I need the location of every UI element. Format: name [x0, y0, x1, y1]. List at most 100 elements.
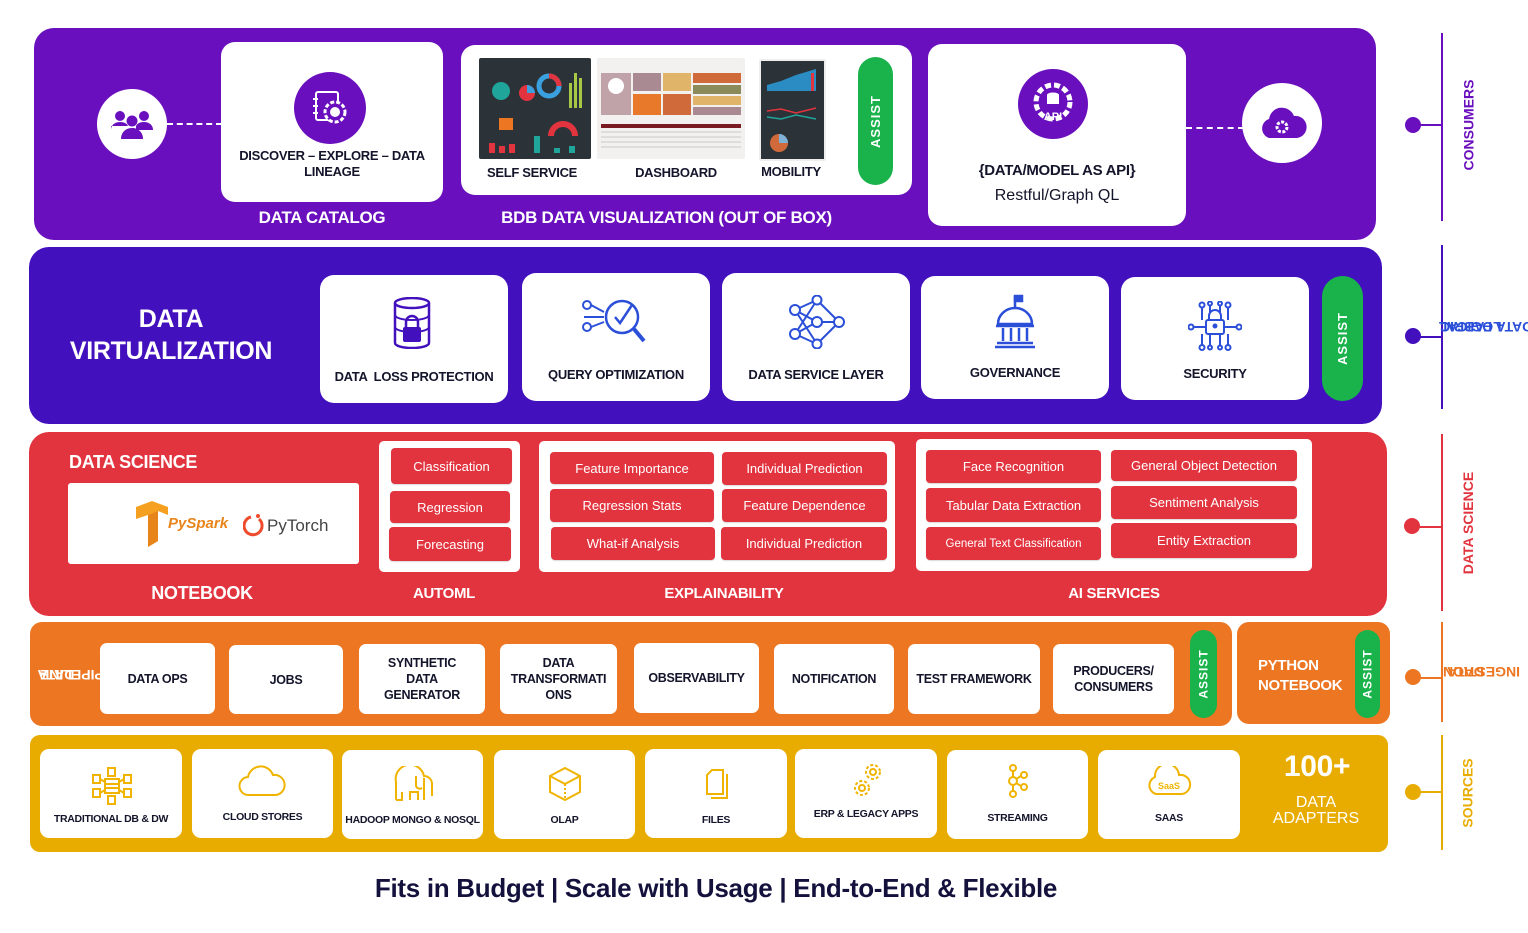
api-gear-icon: API — [1033, 82, 1073, 123]
api-icon-circle: API — [1018, 69, 1088, 139]
source-card[interactable]: SaaS SAAS — [1098, 750, 1240, 839]
consumers-side-dot — [1405, 117, 1421, 133]
sources-side-dot — [1405, 784, 1421, 800]
stream-nodes-icon — [1008, 764, 1028, 798]
ingestion-card[interactable]: JOBS — [229, 645, 343, 714]
logical-side-text: LOGICAL DATA FABRIC — [1439, 281, 1528, 373]
data-visualization-card: SELF SERVICE DASHBOARD MOBILITY ASSIST — [461, 45, 912, 195]
automl-title: AUTOML — [412, 585, 476, 602]
svg-text:SaaS: SaaS — [1158, 781, 1180, 791]
source-card[interactable]: ERP & LEGACY APPS — [795, 749, 937, 838]
data-science-title: DATA SCIENCE — [69, 452, 198, 472]
ai-service-item[interactable]: General Object Detection — [1111, 450, 1297, 481]
assist-label: ASSIST — [868, 94, 883, 148]
self-service-thumbnail[interactable] — [479, 58, 591, 159]
source-card-label: STREAMING — [987, 812, 1048, 824]
footer-tagline: Fits in Budget | Scale with Usage | End-… — [374, 873, 1058, 903]
source-card[interactable]: HADOOP MONGO & NOSQL — [342, 750, 483, 839]
logical-card-label: SECURITY — [1183, 366, 1247, 381]
logical-card-security[interactable]: SECURITY — [1121, 277, 1309, 400]
query-search-icon — [582, 299, 646, 343]
source-card[interactable]: CLOUD STORES — [192, 749, 333, 838]
ingestion-card[interactable]: DATA OPS — [100, 643, 215, 714]
cloud-circle — [1242, 83, 1322, 163]
logical-assist-button[interactable]: ASSIST — [1322, 276, 1363, 401]
dashboard-preview-icon — [601, 73, 741, 148]
notebook-title: NOTEBOOK — [151, 583, 253, 603]
explainability-item[interactable]: Feature Importance — [550, 452, 714, 484]
catalog-card-text: DISCOVER – EXPLORE – DATA LINEAGE — [239, 148, 425, 179]
explainability-item[interactable]: What-if Analysis — [551, 527, 715, 560]
mobility-thumbnail[interactable] — [759, 59, 826, 161]
api-subtitle: Restful/Graph QL — [994, 187, 1120, 204]
source-card[interactable]: STREAMING — [947, 750, 1088, 839]
cloud-icon — [238, 765, 286, 797]
explainability-item[interactable]: Individual Prediction — [722, 452, 887, 485]
explainability-item[interactable]: Feature Dependence — [722, 489, 887, 522]
dashboard-thumbnail[interactable] — [597, 58, 745, 159]
mobility-label: MOBILITY — [761, 164, 821, 179]
ingestion-card[interactable]: SYNTHETIC DATA GENERATOR — [359, 644, 485, 714]
automl-item-classification[interactable]: Classification — [391, 448, 512, 484]
ai-service-item[interactable]: Entity Extraction — [1111, 523, 1297, 558]
virtualization-title-line2: VIRTUALIZATION — [69, 337, 273, 365]
capitol-building-icon — [995, 294, 1035, 349]
data-model-api-card[interactable]: API {DATA/MODEL AS API} Restful/Graph QL — [928, 44, 1186, 226]
logical-card-data-service-layer[interactable]: DATA SERVICE LAYER — [722, 273, 910, 401]
ai-service-item[interactable]: Sentiment Analysis — [1111, 486, 1297, 519]
ai-service-item[interactable]: General Text Classification — [926, 527, 1101, 560]
source-card-label: TRADITIONAL DB & DW — [53, 813, 169, 825]
adapters-label: DATA ADAPTERS — [1272, 794, 1360, 827]
ai-service-item[interactable]: Tabular Data Extraction — [926, 488, 1101, 522]
logical-side-dot — [1405, 328, 1421, 344]
virtualization-title-line1: DATA — [138, 305, 204, 333]
source-card-label: HADOOP MONGO & NOSQL — [345, 814, 480, 826]
source-card[interactable]: TRADITIONAL DB & DW — [40, 749, 182, 838]
logical-side-line2: DATA FABRIC — [1439, 319, 1528, 335]
ai-service-item[interactable]: Face Recognition — [926, 450, 1101, 483]
automl-item-forecasting[interactable]: Forecasting — [389, 527, 511, 561]
visualization-assist-button[interactable]: ASSIST — [858, 57, 893, 185]
logical-card-data-loss-protection[interactable]: DATA LOSS PROTECTION — [320, 275, 508, 403]
logical-card-governance[interactable]: GOVERNANCE — [921, 276, 1109, 399]
elephant-icon — [394, 766, 433, 801]
ai-services-title: AI SERVICES — [1068, 585, 1160, 602]
dashboard-label: DASHBOARD — [635, 165, 717, 180]
notebook-card[interactable]: PySpark PyTorch — [68, 483, 359, 564]
cube-icon — [549, 767, 581, 801]
catalog-icon-circle — [294, 72, 366, 144]
explainability-item[interactable]: Individual Prediction — [721, 527, 887, 560]
data-science-side-line — [1441, 434, 1443, 611]
source-card[interactable]: OLAP — [494, 750, 635, 839]
api-title: {DATA/MODEL AS API} — [978, 162, 1136, 179]
adapters-count: 100+ — [1283, 750, 1351, 783]
mobility-charts-icon — [766, 69, 817, 152]
ingestion-card[interactable]: OBSERVABILITY — [634, 643, 759, 713]
assist-label: ASSIST — [1360, 649, 1375, 699]
logical-card-query-optimization[interactable]: QUERY OPTIMIZATION — [522, 273, 710, 401]
ingestion-card[interactable]: TEST FRAMEWORK — [908, 644, 1040, 714]
explainability-title: EXPLAINABILITY — [664, 585, 784, 602]
sources-side-text: SOURCES — [1460, 757, 1477, 828]
circuit-lock-icon — [1188, 301, 1242, 351]
ingestion-card[interactable]: NOTIFICATION — [774, 644, 894, 714]
db-network-icon — [92, 767, 132, 805]
source-card[interactable]: FILES — [645, 749, 787, 838]
ingestion-side-line2: INGESTION — [1442, 664, 1520, 680]
dashboard-charts-icon — [489, 73, 582, 153]
data-science-side-text: DATA SCIENCE — [1460, 471, 1477, 574]
ingestion-card[interactable]: DATA TRANSFORMATI ONS — [500, 644, 617, 714]
data-catalog-card[interactable]: DISCOVER – EXPLORE – DATA LINEAGE — [221, 42, 443, 202]
ingestion-card[interactable]: PRODUCERS/ CONSUMERS — [1053, 644, 1174, 714]
logical-card-label: DATA LOSS PROTECTION — [334, 369, 494, 384]
source-card-label: FILES — [701, 814, 731, 826]
cloud-gear-icon — [1262, 107, 1307, 138]
ingestion-assist-button[interactable]: ASSIST — [1190, 630, 1217, 718]
automl-item-regression[interactable]: Regression — [390, 491, 510, 523]
logical-card-label: QUERY OPTIMIZATION — [548, 367, 684, 382]
python-assist-button[interactable]: ASSIST — [1355, 630, 1380, 718]
ingestion-side-label: DATA INGESTION — [1443, 622, 1520, 722]
explainability-item[interactable]: Regression Stats — [550, 489, 714, 522]
source-card-label: OLAP — [550, 814, 579, 826]
database-lock-icon — [393, 297, 431, 349]
